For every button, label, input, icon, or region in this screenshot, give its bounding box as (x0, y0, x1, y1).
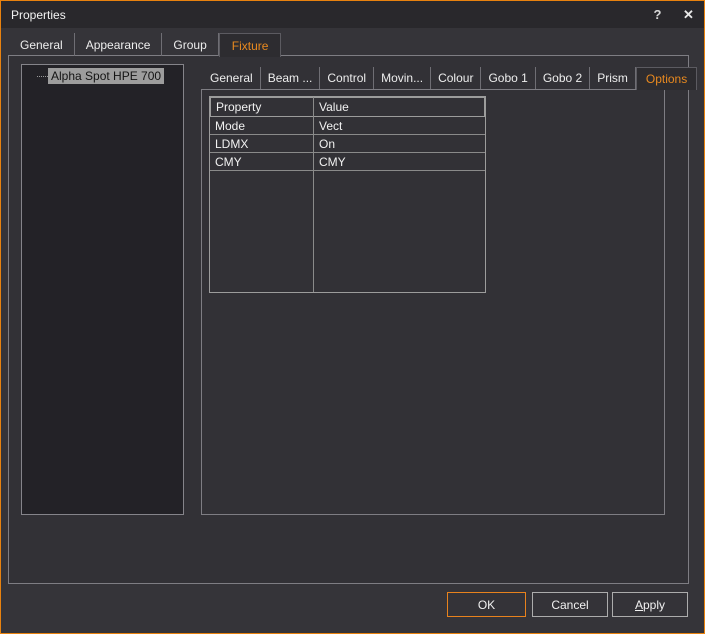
dialog-tab-strip: General Appearance Group Fixture (9, 33, 281, 56)
ok-button[interactable]: OK (447, 592, 526, 617)
table-row[interactable]: CMY CMY (210, 153, 485, 171)
tab-general[interactable]: General (203, 67, 261, 89)
close-icon: ✕ (683, 7, 694, 23)
titlebar[interactable]: Properties ? ✕ (1, 1, 704, 28)
property-cell: CMY (210, 153, 314, 170)
table-column-divider (313, 97, 314, 292)
value-cell[interactable]: On (314, 135, 485, 152)
table-row[interactable]: LDMX On (210, 135, 485, 153)
tree-item-label: Alpha Spot HPE 700 (48, 68, 164, 84)
tab-beam[interactable]: Beam ... (261, 67, 321, 89)
dialog-tab-appearance[interactable]: Appearance (75, 33, 163, 56)
dialog-tab-fixture[interactable]: Fixture (219, 33, 282, 57)
fixture-tree[interactable]: Alpha Spot HPE 700 (21, 64, 184, 515)
property-table[interactable]: Property Value Mode Vect LDMX On CMY CMY (209, 96, 486, 293)
tab-gobo2[interactable]: Gobo 2 (536, 67, 590, 89)
dialog-tab-group[interactable]: Group (162, 33, 218, 56)
value-cell[interactable]: CMY (314, 153, 485, 170)
options-tab-page: Property Value Mode Vect LDMX On CMY CMY (201, 89, 665, 515)
tree-item-alpha-spot-hpe-700[interactable]: Alpha Spot HPE 700 (22, 68, 183, 84)
cancel-button-label: Cancel (551, 598, 588, 612)
table-header-row: Property Value (210, 97, 485, 117)
tree-branch-line (37, 76, 48, 77)
header-value: Value (313, 97, 485, 117)
tab-gobo1[interactable]: Gobo 1 (481, 67, 535, 89)
apply-button[interactable]: Apply (612, 592, 688, 617)
tab-prism[interactable]: Prism (590, 67, 636, 89)
tab-control[interactable]: Control (320, 67, 374, 89)
property-cell: LDMX (210, 135, 314, 152)
ok-button-label: OK (478, 598, 495, 612)
table-row[interactable]: Mode Vect (210, 117, 485, 135)
cancel-button[interactable]: Cancel (532, 592, 608, 617)
close-button[interactable]: ✕ (673, 1, 704, 28)
tab-colour[interactable]: Colour (431, 67, 481, 89)
value-cell[interactable]: Vect (314, 117, 485, 134)
help-button[interactable]: ? (642, 1, 673, 28)
property-cell: Mode (210, 117, 314, 134)
fixture-sub-tab-strip: General Beam ... Control Movin... Colour… (203, 67, 697, 89)
properties-dialog: Properties ? ✕ General Appearance Group … (0, 0, 705, 634)
dialog-tab-general[interactable]: General (9, 33, 75, 56)
fixture-tab-page: Alpha Spot HPE 700 General Beam ... Cont… (8, 55, 689, 584)
tab-moving[interactable]: Movin... (374, 67, 431, 89)
header-property: Property (210, 97, 314, 117)
help-icon: ? (654, 7, 662, 22)
tab-options[interactable]: Options (636, 67, 697, 90)
apply-button-label: Apply (635, 598, 665, 612)
titlebar-buttons: ? ✕ (642, 1, 704, 28)
window-title: Properties (1, 8, 66, 22)
